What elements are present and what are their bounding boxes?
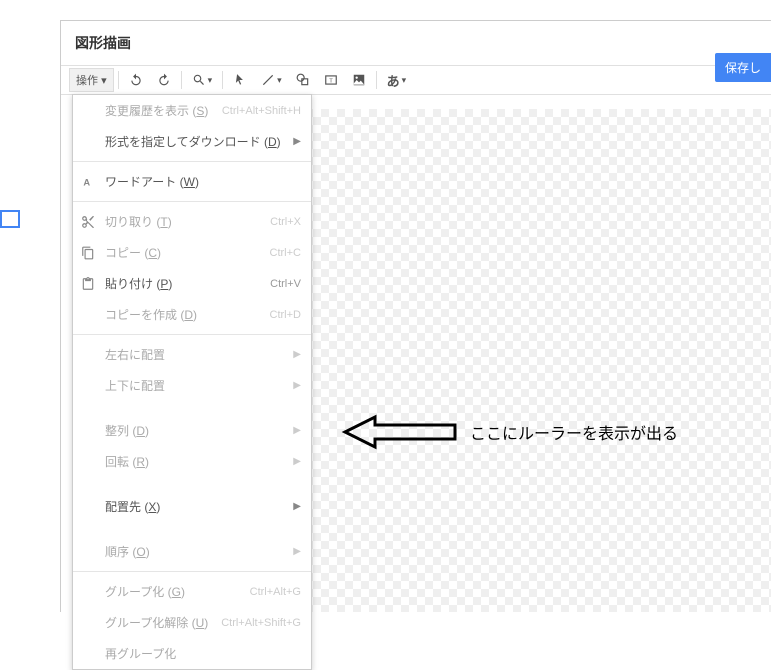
menu-item-label: 形式を指定してダウンロード (D) [105, 133, 281, 150]
selected-cell[interactable] [0, 210, 20, 228]
submenu-arrow-icon: ▶ [293, 456, 301, 467]
submenu-arrow-icon: ▶ [293, 425, 301, 436]
copy-icon [81, 246, 95, 260]
svg-text:A: A [83, 177, 90, 187]
menu-shortcut: Ctrl+Alt+Shift+G [221, 617, 301, 629]
submenu-arrow-icon: ▶ [293, 349, 301, 360]
redo-button[interactable] [151, 69, 177, 91]
textbox-icon: T [324, 73, 338, 87]
paste-icon [81, 277, 95, 291]
action-dropdown-menu: 変更履歴を表示 (S) Ctrl+Alt+Shift+H 形式を指定してダウンロード… [72, 94, 312, 670]
menu-item-label: グループ化 (G) [105, 583, 185, 600]
undo-icon [129, 73, 143, 87]
save-button[interactable]: 保存し [715, 53, 771, 82]
menu-separator [73, 334, 311, 335]
menu-item-貼り付け[interactable]: 貼り付け (P) Ctrl+V [73, 268, 311, 299]
menu-item-形式を指定してダウンロード[interactable]: 形式を指定してダウンロード (D) ▶ [73, 126, 311, 157]
menu-item-label: 左右に配置 [105, 346, 165, 363]
menu-item-配置先[interactable]: 配置先 (X) ▶ [73, 491, 311, 522]
menu-item-label: 再グループ化 [105, 645, 176, 662]
action-menu-button[interactable]: 操作 ▾ [69, 68, 114, 92]
menu-item-label: 貼り付け (P) [105, 275, 172, 292]
menu-item-label: 配置先 (X) [105, 498, 160, 515]
zoom-button[interactable]: ▾ [186, 69, 219, 91]
menu-shortcut: Ctrl+Alt+Shift+H [222, 105, 301, 117]
textbox-tool-button[interactable]: T [318, 69, 344, 91]
menu-shortcut: Ctrl+V [270, 278, 301, 290]
menu-item-label: 回転 (R) [105, 453, 149, 470]
menu-item-左右に配置: 左右に配置 ▶ [73, 339, 311, 370]
menu-shortcut: Ctrl+X [270, 216, 301, 228]
menu-item-label: 上下に配置 [105, 377, 165, 394]
wordart-icon: A [81, 175, 95, 189]
submenu-arrow-icon: ▶ [293, 546, 301, 557]
menu-shortcut: Ctrl+Alt+G [250, 586, 301, 598]
menu-item-label: コピー (C) [105, 244, 161, 261]
shape-icon [296, 73, 310, 87]
menu-item-切り取り: 切り取り (T) Ctrl+X [73, 206, 311, 237]
annotation: ここにルーラーを表示が出る [340, 412, 678, 452]
menu-item-ワードアート[interactable]: A ワードアート (W) [73, 166, 311, 197]
undo-button[interactable] [123, 69, 149, 91]
menu-item-整列: 整列 (D) ▶ [73, 415, 311, 446]
submenu-arrow-icon: ▶ [293, 136, 301, 147]
menu-item-label: 変更履歴を表示 (S) [105, 102, 208, 119]
menu-item-label: 整列 (D) [105, 422, 149, 439]
spreadsheet-background [0, 0, 60, 612]
zoom-icon [192, 73, 206, 87]
menu-item-label: コピーを作成 (D) [105, 306, 197, 323]
menu-item-順序: 順序 (O) ▶ [73, 536, 311, 567]
menu-item-label: グループ化解除 (U) [105, 614, 208, 631]
toolbar-separator [376, 71, 377, 89]
cursor-icon [233, 73, 247, 87]
menu-shortcut: Ctrl+D [270, 309, 301, 321]
menu-separator [73, 526, 311, 532]
menu-item-上下に配置: 上下に配置 ▶ [73, 370, 311, 401]
toolbar-separator [118, 71, 119, 89]
menu-shortcut: Ctrl+C [270, 247, 301, 259]
menu-separator [73, 571, 311, 572]
menu-item-再グループ化: 再グループ化 [73, 638, 311, 669]
menu-separator [73, 161, 311, 162]
toolbar-separator [222, 71, 223, 89]
menu-separator [73, 201, 311, 202]
font-button[interactable]: あ▾ [381, 67, 413, 94]
cut-icon [81, 215, 95, 229]
menu-item-コピー: コピー (C) Ctrl+C [73, 237, 311, 268]
menu-item-label: 切り取り (T) [105, 213, 172, 230]
select-tool-button[interactable] [227, 69, 253, 91]
dialog-title: 図形描画 [61, 21, 771, 65]
svg-text:T: T [329, 78, 333, 84]
line-icon [261, 73, 275, 87]
font-icon: あ [387, 71, 400, 90]
submenu-arrow-icon: ▶ [293, 501, 301, 512]
annotation-text: ここにルーラーを表示が出る [470, 420, 678, 444]
menu-separator [73, 405, 311, 411]
image-icon [352, 73, 366, 87]
menu-item-label: 順序 (O) [105, 543, 150, 560]
redo-icon [157, 73, 171, 87]
line-tool-button[interactable]: ▾ [255, 69, 288, 91]
submenu-arrow-icon: ▶ [293, 380, 301, 391]
menu-separator [73, 481, 311, 487]
arrow-left-icon [340, 412, 460, 452]
menu-item-グループ化: グループ化 (G) Ctrl+Alt+G [73, 576, 311, 607]
toolbar: 操作 ▾ ▾ ▾ T あ▾ [61, 65, 771, 95]
menu-item-label: ワードアート (W) [105, 173, 199, 190]
menu-item-コピーを作成: コピーを作成 (D) Ctrl+D [73, 299, 311, 330]
toolbar-separator [181, 71, 182, 89]
menu-item-変更履歴を表示: 変更履歴を表示 (S) Ctrl+Alt+Shift+H [73, 95, 311, 126]
image-tool-button[interactable] [346, 69, 372, 91]
shape-tool-button[interactable] [290, 69, 316, 91]
menu-item-回転: 回転 (R) ▶ [73, 446, 311, 477]
